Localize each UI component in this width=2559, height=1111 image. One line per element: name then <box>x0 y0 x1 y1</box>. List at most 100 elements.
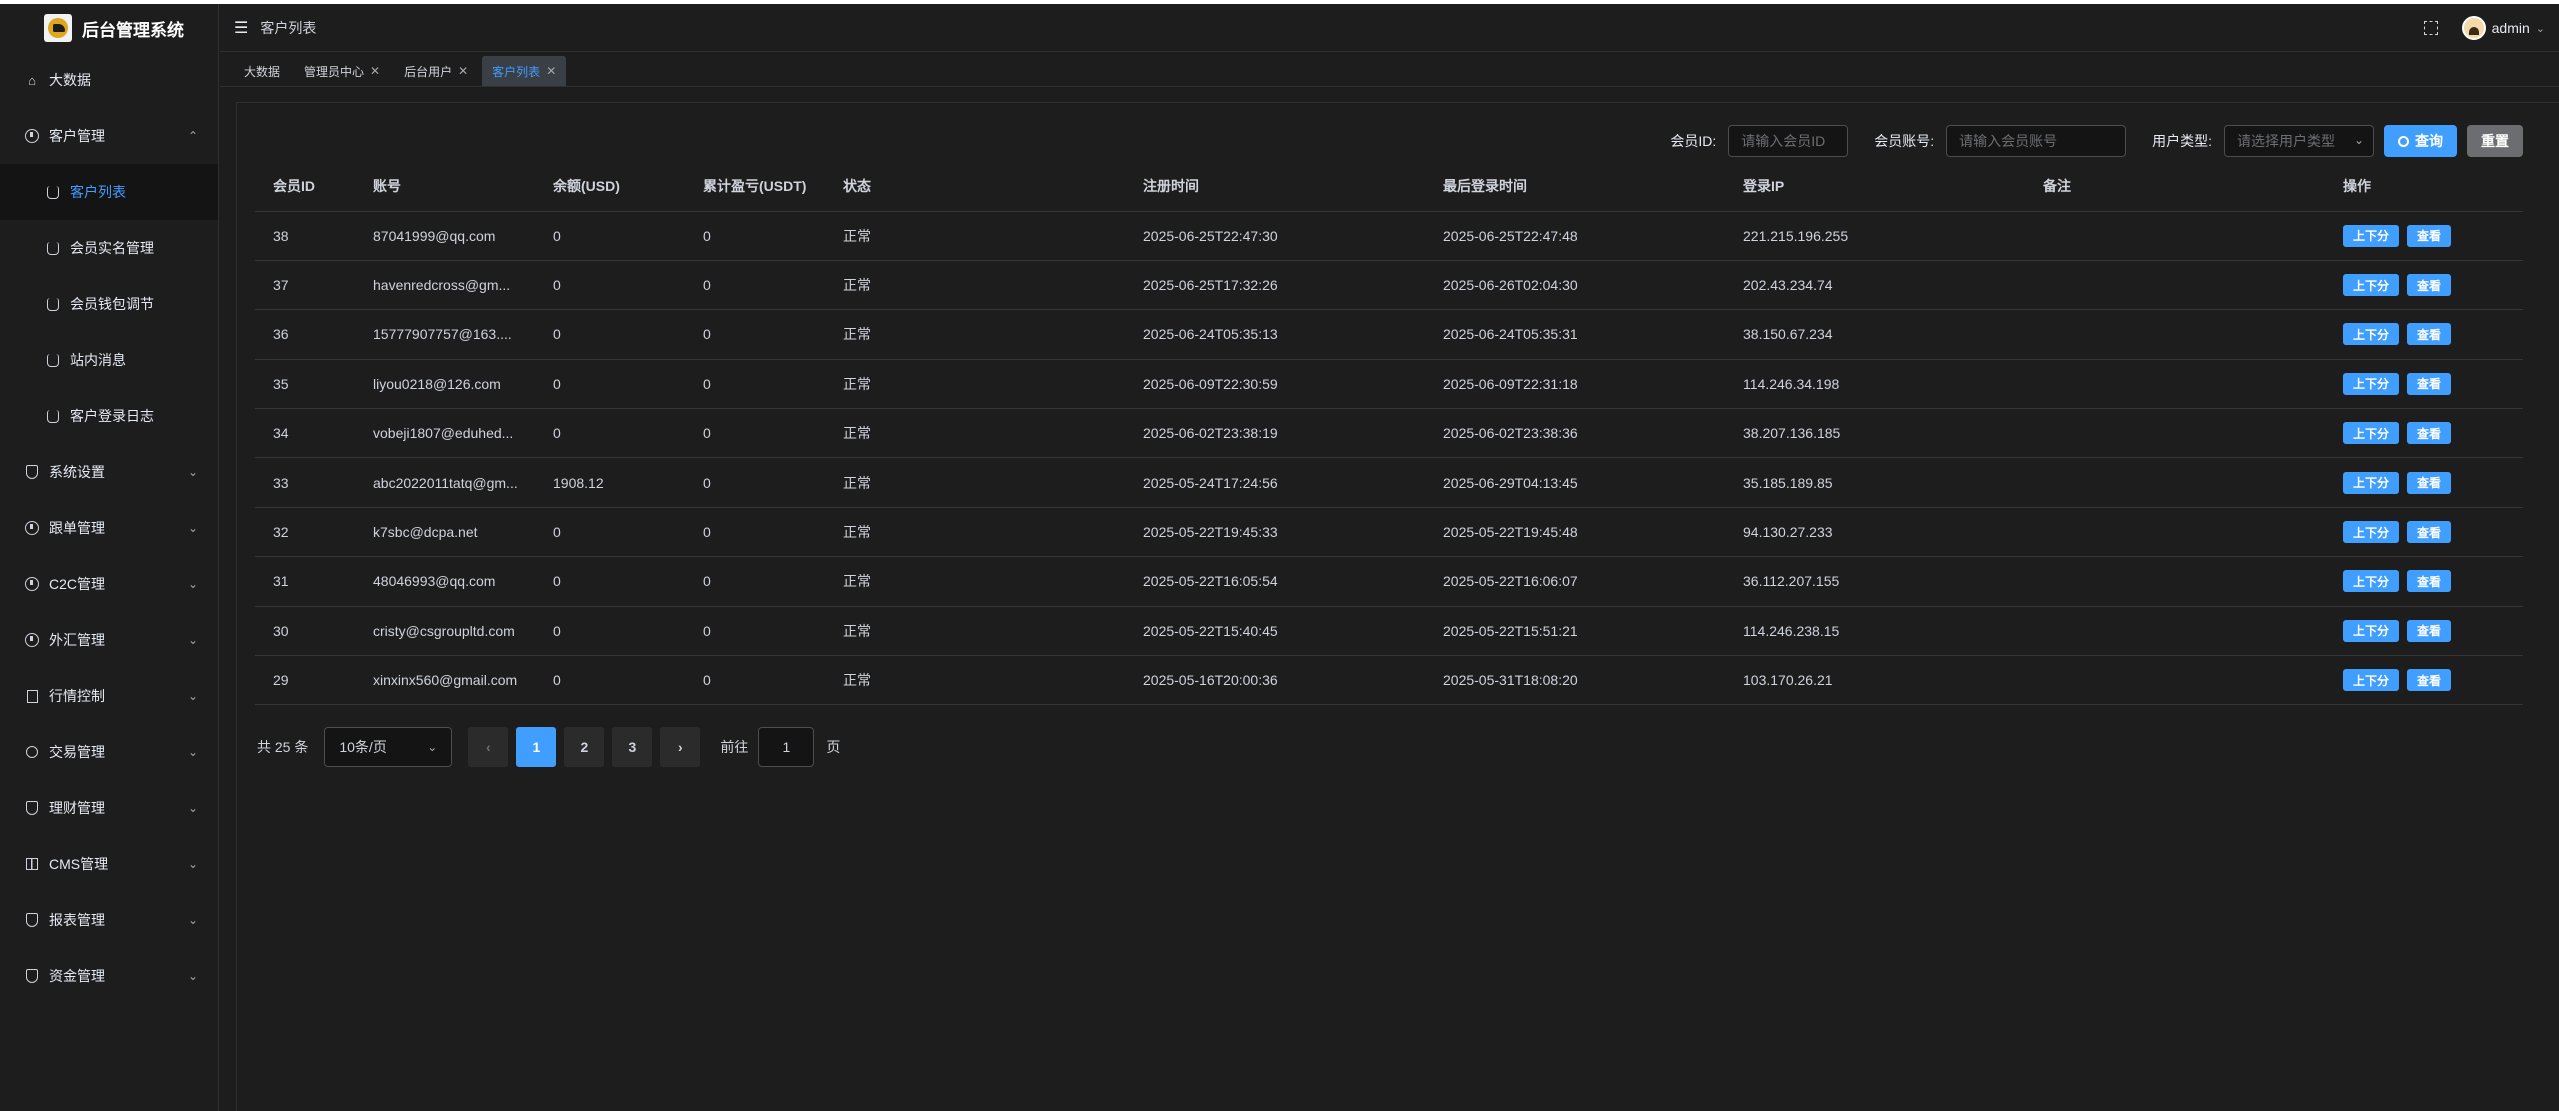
cell-id: 38 <box>255 211 355 261</box>
page-button[interactable]: 3 <box>612 727 653 767</box>
menu-toggle-icon[interactable]: ☰ <box>234 18 248 38</box>
alarm-icon <box>25 745 39 759</box>
column-header: 操作 <box>2325 161 2523 212</box>
table-row: 34 vobeji1807@eduhed... 0 0 正常 2025-06-02T23:… <box>255 408 2523 459</box>
sidebar: 后台管理系统 ⌂ 大数据 客户管理 ⌃ 客户列表 会员实名管理 会员钱包调节 站内消息 客户登录… <box>0 4 219 1111</box>
adjust-points-button[interactable]: 上下分 <box>2343 422 2400 445</box>
column-header: 账号 <box>355 161 535 212</box>
view-button[interactable]: 查看 <box>2407 422 2452 445</box>
chevron-down-icon: ⌄ <box>187 633 198 647</box>
view-button[interactable]: 查看 <box>2407 471 2452 494</box>
sidebar-group[interactable]: 行情控制 ⌄ <box>0 668 218 724</box>
cell-reg: 2025-05-22T19:45:33 <box>1125 507 1425 558</box>
cell-ip: 114.246.34.198 <box>1725 359 2025 410</box>
view-button[interactable]: 查看 <box>2407 372 2452 395</box>
adjust-points-button[interactable]: 上下分 <box>2343 471 2400 494</box>
member-id-input[interactable] <box>1728 125 1849 157</box>
page-size-select[interactable]: 10条/页 ⌄ <box>324 727 453 767</box>
user-type-label: 用户类型: <box>2152 133 2212 149</box>
sidebar-group-label: 行情控制 <box>49 688 105 704</box>
cell-pnl: 0 <box>685 655 825 706</box>
cell-note <box>2025 408 2325 459</box>
adjust-points-button[interactable]: 上下分 <box>2343 619 2400 642</box>
close-icon[interactable]: ✕ <box>546 64 556 78</box>
alert-circle-icon <box>25 633 39 647</box>
sidebar-group[interactable]: 外汇管理 ⌄ <box>0 612 218 668</box>
sidebar-group-label: 理财管理 <box>49 800 105 816</box>
user-type-input[interactable] <box>2224 125 2374 157</box>
sidebar-group[interactable]: 系统设置 ⌄ <box>0 444 218 500</box>
sidebar-subitem[interactable]: 站内消息 <box>0 332 218 388</box>
sidebar-group[interactable]: 资金管理 ⌄ <box>0 948 218 1004</box>
tab[interactable]: 客户列表 ✕ <box>482 56 567 86</box>
close-icon[interactable]: ✕ <box>370 64 380 78</box>
column-header: 备注 <box>2025 161 2325 212</box>
chevron-down-icon: ⌄ <box>2353 133 2364 147</box>
adjust-points-button[interactable]: 上下分 <box>2343 323 2400 346</box>
view-button[interactable]: 查看 <box>2407 224 2452 247</box>
account-input[interactable] <box>1946 125 2127 157</box>
reset-button[interactable]: 重置 <box>2467 125 2523 157</box>
tab[interactable]: 管理员中心 ✕ <box>294 56 390 86</box>
cell-reg: 2025-06-02T23:38:19 <box>1125 408 1425 459</box>
hand-icon <box>46 185 60 199</box>
cell-balance: 0 <box>535 309 685 360</box>
close-icon[interactable]: ✕ <box>458 64 468 78</box>
next-page-button[interactable]: › <box>660 727 701 767</box>
column-header: 登录IP <box>1725 161 2025 212</box>
cell-pnl: 0 <box>685 408 825 459</box>
tab-label: 大数据 <box>244 64 281 79</box>
sidebar-subitem[interactable]: 客户登录日志 <box>0 388 218 444</box>
cell-last: 2025-05-31T18:08:20 <box>1425 655 1725 706</box>
cell-note <box>2025 457 2325 508</box>
sidebar-group[interactable]: 理财管理 ⌄ <box>0 780 218 836</box>
adjust-points-button[interactable]: 上下分 <box>2343 274 2400 297</box>
cell-id: 37 <box>255 260 355 311</box>
page-button[interactable]: 1 <box>516 727 557 767</box>
sidebar-item-big-data[interactable]: ⌂ 大数据 <box>0 52 218 108</box>
view-button[interactable]: 查看 <box>2407 619 2452 642</box>
user-type-select[interactable]: ⌄ <box>2224 125 2374 157</box>
user-menu[interactable]: admin ⌄ <box>2461 16 2545 40</box>
chevron-down-icon: ⌄ <box>187 913 198 927</box>
tab[interactable]: 大数据 <box>234 56 290 86</box>
sidebar-subitem[interactable]: 会员实名管理 <box>0 220 218 276</box>
shield-icon <box>25 969 39 983</box>
adjust-points-button[interactable]: 上下分 <box>2343 372 2400 395</box>
adjust-points-button[interactable]: 上下分 <box>2343 570 2400 593</box>
sidebar-group[interactable]: 交易管理 ⌄ <box>0 724 218 780</box>
sidebar-subitem[interactable]: 客户列表 <box>0 164 218 220</box>
view-button[interactable]: 查看 <box>2407 669 2452 692</box>
adjust-points-button[interactable]: 上下分 <box>2343 669 2400 692</box>
logo-row[interactable]: 后台管理系统 <box>0 4 218 52</box>
adjust-points-button[interactable]: 上下分 <box>2343 224 2400 247</box>
cell-actions: 上下分 查看 <box>2325 655 2523 706</box>
home-icon: ⌂ <box>28 72 36 88</box>
sidebar-group[interactable]: CMS管理 ⌄ <box>0 836 218 892</box>
sidebar-group[interactable]: 报表管理 ⌄ <box>0 892 218 948</box>
cell-balance: 0 <box>535 408 685 459</box>
cell-reg: 2025-05-22T16:05:54 <box>1125 556 1425 607</box>
sidebar-subitem[interactable]: 会员钱包调节 <box>0 276 218 332</box>
fullscreen-icon[interactable] <box>2423 21 2438 35</box>
view-button[interactable]: 查看 <box>2407 323 2452 346</box>
cell-reg: 2025-06-25T22:47:30 <box>1125 211 1425 261</box>
sidebar-item-customer-management[interactable]: 客户管理 ⌃ <box>0 108 218 164</box>
view-button[interactable]: 查看 <box>2407 274 2452 297</box>
adjust-points-button[interactable]: 上下分 <box>2343 521 2400 544</box>
tab[interactable]: 后台用户 ✕ <box>394 56 478 86</box>
query-button[interactable]: 查询 <box>2384 125 2457 157</box>
cell-pnl: 0 <box>685 309 825 360</box>
page-button[interactable]: 2 <box>564 727 605 767</box>
prev-page-button[interactable]: ‹ <box>468 727 509 767</box>
cell-id: 36 <box>255 309 355 360</box>
sidebar-group[interactable]: 跟单管理 ⌄ <box>0 500 218 556</box>
view-button[interactable]: 查看 <box>2407 521 2452 544</box>
cell-actions: 上下分 查看 <box>2325 457 2523 508</box>
view-button[interactable]: 查看 <box>2407 570 2452 593</box>
goto-page-input[interactable] <box>758 727 815 767</box>
column-header: 余额(USD) <box>535 161 685 212</box>
cell-last: 2025-06-02T23:38:36 <box>1425 408 1725 459</box>
cell-note <box>2025 309 2325 360</box>
sidebar-group[interactable]: C2C管理 ⌄ <box>0 556 218 612</box>
